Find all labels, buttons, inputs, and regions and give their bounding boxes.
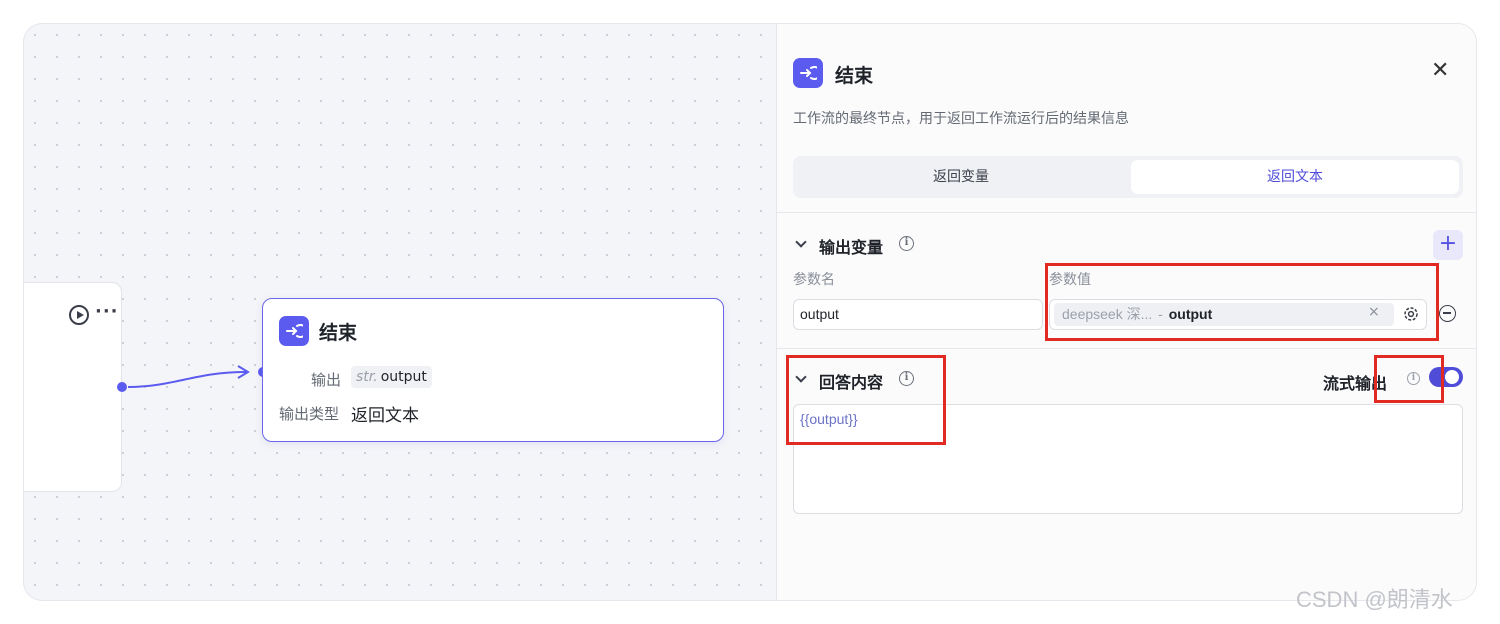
divider (777, 212, 1476, 213)
value-separator: - (1158, 306, 1163, 322)
connection-edge (117, 365, 268, 392)
stream-output-label: 流式输出 (1323, 374, 1388, 393)
end-node-icon (279, 316, 309, 346)
clear-icon[interactable]: × (1368, 304, 1380, 320)
workflow-canvas[interactable]: ··· 结束 输出 str. output 输出类型 返回文本 结束 ✕ 工作流… (24, 24, 1476, 600)
node-config-panel: 结束 ✕ 工作流的最终节点，用于返回工作流运行后的结果信息 返回变量 返回文本 … (776, 24, 1476, 600)
param-name-input[interactable]: output (793, 299, 1043, 330)
remove-row-icon[interactable] (1439, 305, 1456, 322)
info-icon[interactable]: i (899, 371, 914, 386)
param-name-header: 参数名 (793, 272, 835, 288)
param-value-header: 参数值 (1049, 272, 1091, 288)
info-icon[interactable]: i (899, 236, 914, 251)
type-tag: str. (356, 369, 378, 385)
output-type-value: 返回文本 (351, 406, 419, 426)
answer-content-editor[interactable]: {{output}} (793, 404, 1463, 514)
divider (777, 348, 1476, 349)
tab-return-variable[interactable]: 返回变量 (797, 160, 1125, 194)
panel-title: 结束 (835, 65, 874, 87)
answer-section-title: 回答内容 (819, 373, 884, 392)
source-port (117, 382, 127, 392)
watermark: CSDN @朗清水 (1296, 587, 1453, 612)
output-var-name: output (380, 369, 427, 385)
chevron-down-icon[interactable] (795, 236, 807, 248)
output-var-tag: str. output (351, 366, 432, 388)
value-variable: output (1168, 306, 1213, 322)
add-variable-button[interactable]: + (1433, 230, 1463, 260)
tab-return-text[interactable]: 返回文本 (1131, 160, 1459, 194)
param-value-chip: deepseek 深... - output (1054, 303, 1394, 326)
stream-output-toggle[interactable] (1429, 367, 1463, 387)
end-node-title: 结束 (319, 322, 358, 344)
answer-template-text: {{output}} (800, 411, 858, 427)
output-type-label: 输出类型 (279, 405, 340, 423)
gear-icon[interactable] (1402, 305, 1420, 323)
info-icon[interactable]: i (1407, 372, 1420, 385)
value-source-node: deepseek 深... (1062, 306, 1153, 322)
chevron-down-icon[interactable] (795, 371, 807, 383)
param-value-selector[interactable]: deepseek 深... - output × (1049, 299, 1427, 330)
end-node-icon (793, 58, 823, 88)
close-icon[interactable]: ✕ (1431, 60, 1449, 82)
end-node-card[interactable]: 结束 输出 str. output 输出类型 返回文本 (262, 298, 724, 442)
output-label: 输出 (311, 371, 342, 389)
return-mode-tabs: 返回变量 返回文本 (793, 156, 1463, 198)
output-section-title: 输出变量 (819, 238, 884, 257)
panel-description: 工作流的最终节点，用于返回工作流运行后的结果信息 (793, 111, 1129, 127)
